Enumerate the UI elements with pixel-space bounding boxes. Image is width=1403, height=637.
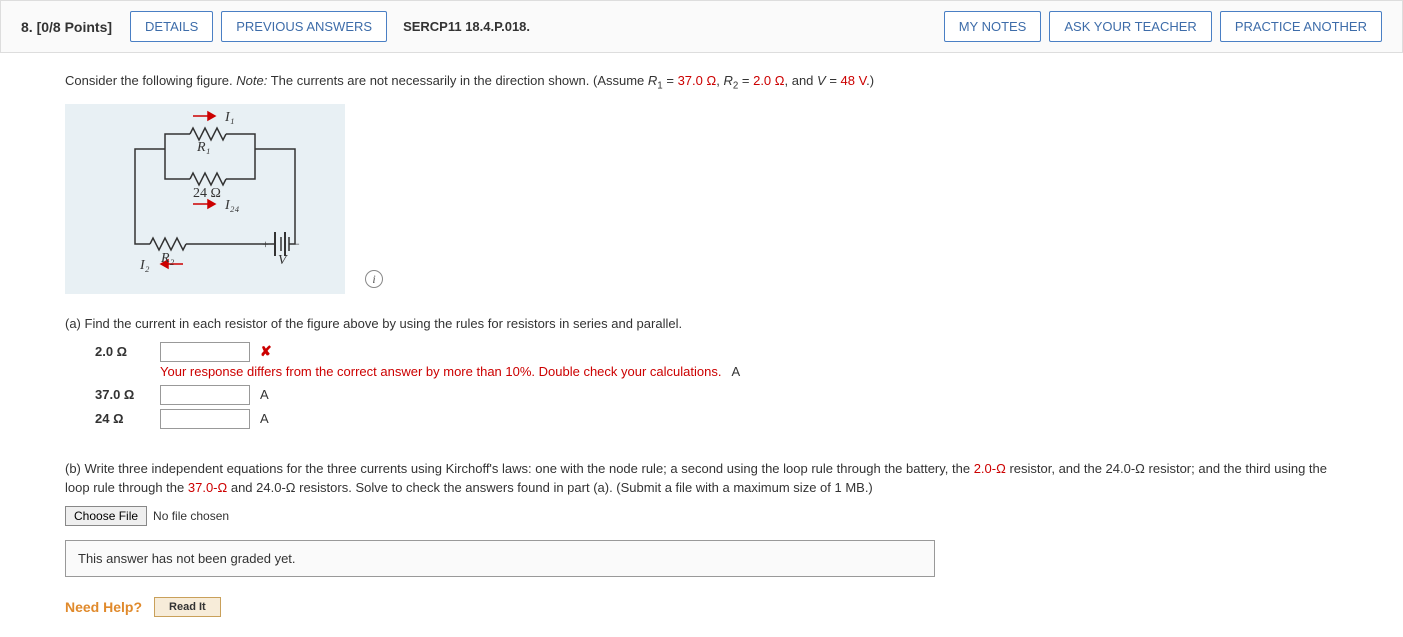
feedback-text: Your response differs from the correct a…	[160, 364, 721, 379]
ask-teacher-button[interactable]: ASK YOUR TEACHER	[1049, 11, 1211, 42]
svg-text:R₂: R₂	[160, 251, 175, 266]
svg-text:R₁: R₁	[196, 140, 210, 155]
no-file-label: No file chosen	[153, 509, 229, 523]
part-b-text: (b) Write three independent equations fo…	[65, 459, 1348, 498]
info-icon[interactable]: i	[365, 270, 383, 288]
answer-label: 2.0 Ω	[95, 344, 150, 359]
question-number: 8. [0/8 Points]	[21, 19, 112, 35]
svg-text:I₂₄: I₂₄	[224, 198, 240, 213]
answer-input-3[interactable]	[160, 409, 250, 429]
answer-row-3: 24 Ω A	[95, 409, 1348, 429]
practice-another-button[interactable]: PRACTICE ANOTHER	[1220, 11, 1382, 42]
question-header: 8. [0/8 Points] DETAILS PREVIOUS ANSWERS…	[0, 0, 1403, 53]
answer-row-1: 2.0 Ω ✘	[95, 342, 1348, 362]
answer-input-1[interactable]	[160, 342, 250, 362]
svg-text:24 Ω: 24 Ω	[193, 186, 221, 201]
grading-status-box: This answer has not been graded yet.	[65, 540, 935, 577]
answer-label: 37.0 Ω	[95, 387, 150, 402]
unit-label: A	[731, 364, 740, 379]
my-notes-button[interactable]: MY NOTES	[944, 11, 1042, 42]
answer-input-2[interactable]	[160, 385, 250, 405]
part-a-text: (a) Find the current in each resistor of…	[65, 314, 1348, 334]
unit-label: A	[260, 387, 269, 402]
circuit-figure: I₁ R₁ 24 Ω I₂₄ R₂ I₂ + − V	[65, 104, 345, 294]
read-it-button[interactable]: Read It	[154, 597, 221, 617]
svg-text:−: −	[293, 237, 300, 251]
svg-text:I₁: I₁	[224, 110, 235, 125]
file-upload: Choose File No file chosen	[65, 506, 1348, 526]
problem-id: SERCP11 18.4.P.018.	[403, 19, 530, 34]
choose-file-button[interactable]: Choose File	[65, 506, 147, 526]
prompt: Consider the following figure. Note: The…	[65, 71, 1348, 94]
question-content: Consider the following figure. Note: The…	[0, 53, 1403, 637]
svg-text:V: V	[278, 253, 288, 268]
need-help-label: Need Help?	[65, 599, 142, 615]
previous-answers-button[interactable]: PREVIOUS ANSWERS	[221, 11, 387, 42]
answer-row-2: 37.0 Ω A	[95, 385, 1348, 405]
svg-text:+: +	[262, 237, 269, 251]
answer-label: 24 Ω	[95, 411, 150, 426]
wrong-icon: ✘	[260, 343, 272, 360]
details-button[interactable]: DETAILS	[130, 11, 213, 42]
need-help-row: Need Help? Read It	[65, 597, 1348, 617]
unit-label: A	[260, 411, 269, 426]
svg-text:I₂: I₂	[139, 258, 150, 273]
